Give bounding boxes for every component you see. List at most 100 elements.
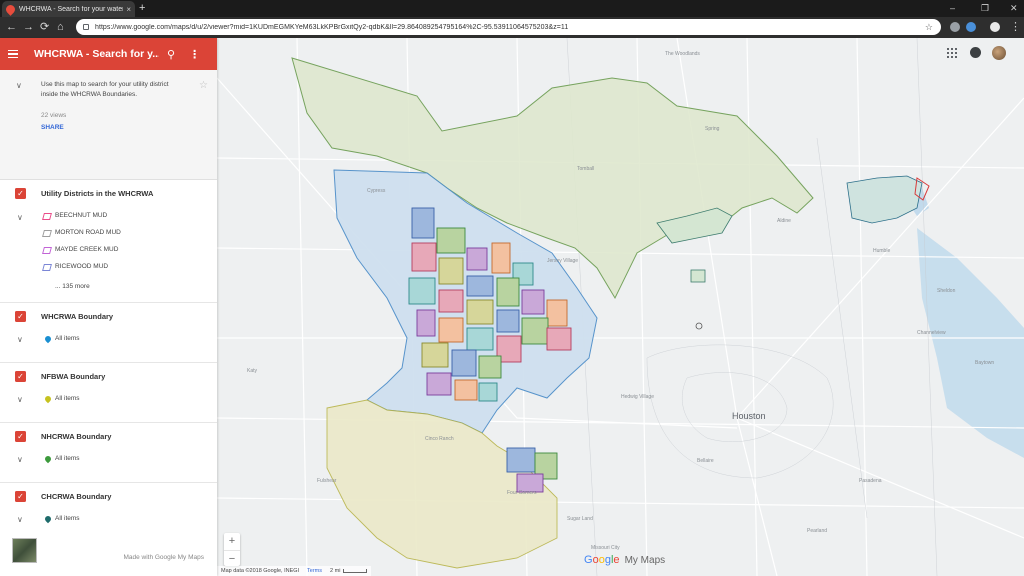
place-label: Spring <box>705 126 720 132</box>
place-label: Jersey Village <box>547 258 579 264</box>
list-item[interactable]: All items <box>0 391 217 408</box>
forward-icon[interactable]: → <box>23 20 34 34</box>
layer-nfbwa-boundary: ✓ NFBWA Boundary ∨ All items <box>0 363 217 423</box>
layer-checkbox[interactable]: ✓ <box>15 188 26 199</box>
share-button[interactable]: SHARE <box>41 124 205 131</box>
legend-panel: WHCRWA - Search for y... ⚲ ⋮ ∨ ☆ Use thi… <box>0 38 217 576</box>
place-label: Bellaire <box>697 458 714 464</box>
layer-checkbox[interactable]: ✓ <box>15 491 26 502</box>
attribution-text: Map data ©2018 Google, INEGI <box>221 568 300 574</box>
list-item[interactable]: MAYDE CREEK MUD <box>0 242 217 259</box>
browser-menu-icon[interactable]: ⋮ <box>1010 20 1021 34</box>
place-label: Fulshear <box>317 478 337 484</box>
map-pin-icon <box>43 454 53 464</box>
tab-title: WHCRWA - Search for your water <box>19 5 124 13</box>
notifications-icon[interactable] <box>970 47 981 58</box>
tab-close-icon[interactable]: × <box>126 5 131 14</box>
place-label: Sugar Land <box>567 516 593 522</box>
zoom-in-button[interactable]: + <box>224 533 240 549</box>
avatar[interactable] <box>992 46 1006 60</box>
layer-header: ✓ NHCRWA Boundary <box>0 423 217 451</box>
polygon-icon <box>42 213 52 220</box>
close-window-icon[interactable]: ✕ <box>1010 1 1018 15</box>
map-canvas[interactable]: The Woodlands Spring Tomball Cypress Kat… <box>217 38 1024 576</box>
layer-header: ✓ Utility Districts in the WHCRWA <box>0 180 217 208</box>
layer-nhcrwa-boundary: ✓ NHCRWA Boundary ∨ All items <box>0 423 217 483</box>
place-label: Pearland <box>807 528 828 534</box>
layer-header: ✓ NFBWA Boundary <box>0 363 217 391</box>
place-label: Four Corners <box>507 490 537 496</box>
layer-chcrwa-boundary: ✓ CHCRWA Boundary ∨ All items <box>0 483 217 543</box>
layer-header: ✓ CHCRWA Boundary <box>0 483 217 511</box>
scale-bar[interactable]: 2 mi <box>330 568 368 574</box>
chevron-down-icon[interactable]: ∨ <box>16 81 22 90</box>
maps-pin-icon <box>4 2 17 16</box>
place-label: The Woodlands <box>665 51 700 57</box>
back-icon[interactable]: ← <box>6 20 17 34</box>
browser-tab-bar: WHCRWA - Search for your water × + – ❐ ✕ <box>0 0 1024 17</box>
address-bar[interactable]: https://www.google.com/maps/d/u/2/viewer… <box>76 19 941 35</box>
made-with-my-maps: Made with Google My Maps <box>123 554 204 561</box>
map-pin-icon <box>43 394 53 404</box>
url-text[interactable]: https://www.google.com/maps/d/u/2/viewer… <box>95 24 925 31</box>
list-item[interactable]: BEECHNUT MUD <box>0 208 217 225</box>
place-label: Cinco Ranch <box>425 436 454 442</box>
place-label: Humble <box>873 248 891 254</box>
browser-tab[interactable]: WHCRWA - Search for your water × <box>2 1 135 17</box>
map-pin-icon <box>43 514 53 524</box>
more-options-icon[interactable]: ⋮ <box>189 48 200 61</box>
profile-icon[interactable] <box>990 22 1000 32</box>
layer-name: CHCRWA Boundary <box>41 492 112 501</box>
place-label: Tomball <box>577 166 595 172</box>
layer-name: NFBWA Boundary <box>41 372 106 381</box>
layer-whcrwa-boundary: ✓ WHCRWA Boundary ∨ All items <box>0 303 217 363</box>
list-item[interactable]: All items <box>0 451 217 468</box>
new-tab-button[interactable]: + <box>139 2 145 14</box>
list-item[interactable]: RICEWOOD MUD <box>0 259 217 276</box>
map-description-block: ∨ ☆ Use this map to search for your util… <box>0 70 217 180</box>
google-my-maps-logo: Google My Maps <box>584 554 666 566</box>
map-graphics <box>217 38 1024 576</box>
layer-checkbox[interactable]: ✓ <box>15 371 26 382</box>
browser-toolbar: ← → ⟳ ⌂ https://www.google.com/maps/d/u/… <box>0 17 1024 38</box>
minimize-icon[interactable]: – <box>950 1 955 15</box>
layer-header: ✓ WHCRWA Boundary <box>0 303 217 331</box>
layer-checkbox[interactable]: ✓ <box>15 431 26 442</box>
extension-icon-blue[interactable] <box>966 22 976 32</box>
place-label: Baytown <box>975 360 995 366</box>
place-label: Sheldon <box>937 288 956 294</box>
layer-name: NHCRWA Boundary <box>41 432 112 441</box>
place-label: Cypress <box>367 188 386 194</box>
basemap-toggle[interactable] <box>12 538 37 563</box>
bay-water <box>917 228 1024 458</box>
east-cluster-2 <box>846 175 923 224</box>
zoom-out-button[interactable]: − <box>224 550 240 566</box>
extension-icon[interactable] <box>950 22 960 32</box>
map-title: WHCRWA - Search for y... <box>34 48 159 60</box>
location-marker <box>695 322 703 330</box>
list-item[interactable]: All items <box>0 511 217 528</box>
more-items-link[interactable]: ... 135 more <box>55 283 90 290</box>
place-label: Missouri City <box>591 545 620 551</box>
home-icon[interactable]: ⌂ <box>57 20 64 34</box>
polygon-icon <box>42 247 52 254</box>
apps-grid-icon[interactable] <box>947 48 957 58</box>
place-label: Channelview <box>917 330 946 336</box>
polygon-icon <box>42 230 52 237</box>
list-item[interactable]: All items <box>0 331 217 348</box>
star-icon[interactable]: ☆ <box>199 80 208 91</box>
place-label: Pasadena <box>859 478 882 484</box>
terms-link[interactable]: Terms <box>307 568 322 574</box>
reload-icon[interactable]: ⟳ <box>40 20 49 34</box>
list-item[interactable]: MORTON ROAD MUD <box>0 225 217 242</box>
search-icon[interactable]: ⚲ <box>167 48 175 61</box>
place-label: Hedwig Village <box>621 394 654 400</box>
city-label-houston: Houston <box>732 411 766 421</box>
map-attribution: Map data ©2018 Google, INEGI Terms 2 mi <box>217 566 372 576</box>
layer-checkbox[interactable]: ✓ <box>15 311 26 322</box>
polygon-icon <box>42 264 52 271</box>
bookmark-star-icon[interactable]: ☆ <box>925 22 933 33</box>
hamburger-menu-icon[interactable] <box>8 50 18 58</box>
restore-icon[interactable]: ❐ <box>981 1 989 15</box>
map-pin-icon <box>43 334 53 344</box>
